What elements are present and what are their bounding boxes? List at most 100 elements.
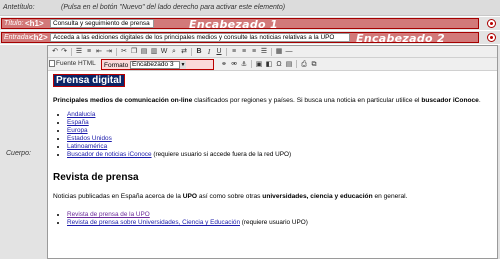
horizontal-rule-icon[interactable]: — — [285, 48, 293, 56]
copy-icon[interactable]: ❐ — [130, 48, 138, 56]
cuerpo-area: Cuerpo: ↶ ↷ ☰ ≡ ⇤ ⇥ ✂ ❐ ▤ ▥ W ⌕ ⇄ B I U … — [0, 45, 500, 259]
entrada-highlight: Entrada: <h2> Acceda a las ediciones dig… — [1, 32, 479, 45]
unlink-icon[interactable]: ⚮ — [230, 61, 238, 69]
list-item: Latinoamérica — [67, 143, 291, 151]
editor-content[interactable]: Prensa digital Principales medios de com… — [52, 72, 493, 256]
paste-word-icon[interactable]: W — [160, 48, 168, 56]
print-icon[interactable]: ⎙ — [300, 61, 308, 69]
align-right-icon[interactable]: ≡ — [250, 48, 258, 56]
entrada-row: Entrada: <h2> Acceda a las ediciones dig… — [0, 31, 500, 45]
align-justify-icon[interactable]: ☰ — [260, 48, 268, 56]
special-char-icon[interactable]: Ω — [275, 61, 283, 69]
chevron-down-icon[interactable]: ▼ — [179, 61, 186, 69]
entrada-tag: <h2> — [29, 33, 48, 42]
italic-icon[interactable]: I — [205, 48, 213, 56]
heading-1: Prensa digital — [53, 74, 125, 87]
link-revista-universidades[interactable]: Revista de prensa sobre Universidades, C… — [67, 219, 240, 226]
bulleted-list-icon[interactable]: ☰ — [75, 48, 83, 56]
rich-text-editor[interactable]: ↶ ↷ ☰ ≡ ⇤ ⇥ ✂ ❐ ▤ ▥ W ⌕ ⇄ B I U ≡ ≡ ≡ ☰ … — [47, 45, 498, 259]
toolbar-separator — [116, 48, 117, 56]
titulo-row: Título: <h1> Consulta y seguimiento de p… — [0, 17, 500, 31]
antetitulo-hint: (Pulsa en el botón "Nuevo" del lado dere… — [61, 4, 286, 11]
format-highlight: Formato Encabezado 3 ▼ — [101, 59, 214, 70]
replace-icon[interactable]: ⇄ — [180, 48, 188, 56]
toolbar-separator — [271, 48, 272, 56]
paste-text-icon[interactable]: ▥ — [150, 48, 158, 56]
underline-icon[interactable]: U — [215, 48, 223, 56]
press-links-list: Revista de prensa de la UPO Revista de p… — [67, 211, 308, 227]
undo-icon[interactable]: ↶ — [51, 48, 59, 56]
intro-end: . — [478, 97, 481, 104]
list-item: España — [67, 119, 291, 127]
indent-icon[interactable]: ⇥ — [105, 48, 113, 56]
press-text-a: Noticias publicadas en España acerca de … — [53, 193, 183, 200]
titulo-options-icon[interactable] — [487, 19, 496, 28]
cut-icon[interactable]: ✂ — [120, 48, 128, 56]
press-text-c: así como sobre otras — [197, 193, 263, 200]
list-item: Andalucía — [67, 111, 291, 119]
titulo-tag: <h1> — [25, 19, 44, 28]
list-item: Estados Unidos — [67, 135, 291, 143]
find-icon[interactable]: ⌕ — [170, 48, 178, 56]
entrada-label: Entrada: — [4, 34, 31, 41]
antetitulo-row: Antetítulo: (Pulsa en el botón "Nuevo" d… — [0, 0, 500, 16]
link-note: (requiere usuario UPO) — [240, 219, 308, 227]
numbered-list-icon[interactable]: ≡ — [85, 48, 93, 56]
link-estados-unidos[interactable]: Estados Unidos — [67, 135, 112, 142]
paste-icon[interactable]: ▤ — [140, 48, 148, 56]
image-icon[interactable]: ▣ — [255, 61, 263, 69]
antetitulo-label: Antetítulo: — [3, 4, 35, 11]
editor-toolbar-2: Fuente HTML Formato Encabezado 3 ▼ ⚭ ⚮ ⚓… — [48, 58, 497, 71]
press-text-upo: UPO — [182, 193, 198, 200]
toolbar-separator — [191, 48, 192, 56]
press-text-e: en general. — [372, 193, 408, 200]
titulo-highlight: Título: <h1> Consulta y seguimiento de p… — [1, 18, 479, 31]
titulo-annotation: Encabezado 1 — [189, 18, 278, 31]
link-icon[interactable]: ⚭ — [220, 61, 228, 69]
titulo-label: Título: — [4, 20, 24, 27]
press-paragraph: Noticias publicadas en España acerca de … — [53, 193, 407, 200]
toolbar-separator — [71, 48, 72, 56]
toolbar-separator — [296, 60, 297, 68]
source-button[interactable]: Fuente HTML — [56, 60, 96, 67]
bold-icon[interactable]: B — [195, 48, 203, 56]
editor-toolbar-1: ↶ ↷ ☰ ≡ ⇤ ⇥ ✂ ❐ ▤ ▥ W ⌕ ⇄ B I U ≡ ≡ ≡ ☰ … — [48, 46, 497, 58]
list-item: Buscador de noticias iConoce (requiere u… — [67, 151, 291, 159]
template-icon[interactable]: ▤ — [285, 61, 293, 69]
outdent-icon[interactable]: ⇤ — [95, 48, 103, 56]
list-item: Revista de prensa sobre Universidades, C… — [67, 219, 308, 227]
heading-2: Revista de prensa — [53, 172, 139, 183]
align-center-icon[interactable]: ≡ — [240, 48, 248, 56]
anchor-icon[interactable]: ⚓ — [240, 61, 248, 69]
flash-icon[interactable]: ◧ — [265, 61, 273, 69]
link-revista-upo[interactable]: Revista de prensa de la UPO — [67, 211, 150, 218]
link-andalucia[interactable]: Andalucía — [67, 111, 95, 118]
intro-lead: Principales medios de comunicación on-li… — [53, 97, 193, 104]
format-label: Formato — [104, 62, 129, 69]
intro-bold: buscador iConoce — [421, 97, 479, 104]
list-item: Revista de prensa de la UPO — [67, 211, 308, 219]
entrada-annotation: Encabezado 2 — [356, 32, 445, 45]
link-note: (requiere usuario si accede fuera de la … — [151, 151, 292, 159]
link-buscador-iconoce[interactable]: Buscador de noticias iConoce — [67, 151, 152, 158]
titulo-input[interactable]: Consulta y seguimiento de prensa — [50, 19, 154, 28]
toolbar-separator — [226, 48, 227, 56]
intro-mid: clasificados por regiones y países. Si b… — [192, 97, 422, 104]
align-left-icon[interactable]: ≡ — [230, 48, 238, 56]
source-icon — [49, 60, 55, 67]
media-links-list: Andalucía España Europa Estados Unidos L… — [67, 111, 291, 160]
intro-paragraph: Principales medios de comunicación on-li… — [53, 97, 481, 104]
list-item: Europa — [67, 127, 291, 135]
preview-icon[interactable]: ⧉ — [310, 61, 318, 69]
link-espana[interactable]: España — [67, 119, 89, 126]
redo-icon[interactable]: ↷ — [60, 48, 68, 56]
entrada-options-icon[interactable] — [487, 33, 496, 42]
cuerpo-label: Cuerpo: — [6, 150, 31, 157]
link-latinoamerica[interactable]: Latinoamérica — [67, 143, 107, 150]
link-europa[interactable]: Europa — [67, 127, 88, 134]
format-select[interactable]: Encabezado 3 — [130, 61, 186, 69]
press-text-bold: universidades, ciencia y educación — [262, 193, 373, 200]
table-icon[interactable]: ▦ — [275, 48, 283, 56]
toolbar-separator — [251, 60, 252, 68]
entrada-input[interactable]: Acceda a las ediciones digitales de los … — [50, 33, 350, 42]
